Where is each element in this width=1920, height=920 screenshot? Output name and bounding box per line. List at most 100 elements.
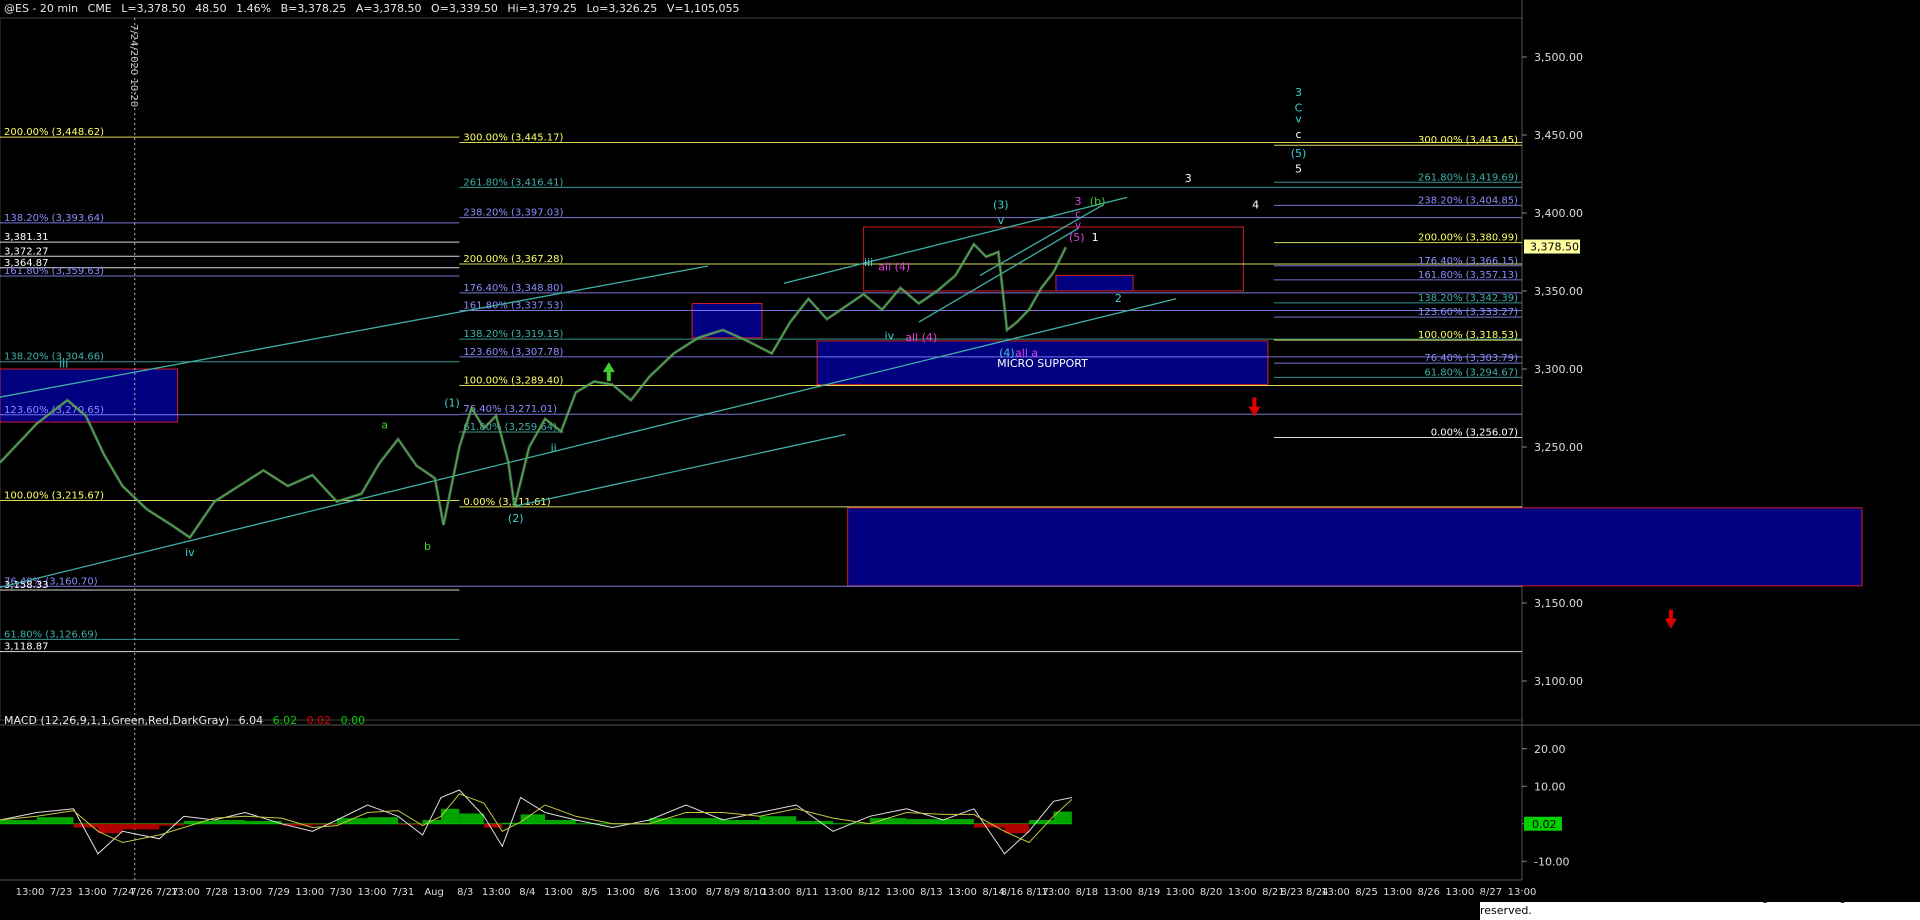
fib-level-label: 161.80% (3,359.63) [4,266,104,277]
wave-label: (1) [444,396,460,409]
change-value: 48.50 [195,2,227,15]
macd-current-label: 0.02 [1532,818,1557,831]
macd-label: MACD (12,26,9,1,1,Green,Red,DarkGray) [4,714,230,727]
fib-level-label: 261.80% (3,416.41) [463,177,563,188]
wave-label: (b) [1090,195,1106,208]
wave-label: a [381,418,388,431]
wave-label: (3) [993,198,1009,211]
time-axis-label: 8/3 [457,887,473,898]
macd-histogram-bar [759,816,797,824]
macd-histogram-bar [869,818,907,824]
fib-level-label: 3,118.87 [4,642,49,653]
wave-label: 3 [1075,195,1082,208]
wave-label: all (4) [905,331,937,344]
fib-level-label: 138.20% (3,342.39) [1418,293,1518,304]
wave-label: 5 [1295,162,1302,175]
time-axis-label: 13:00 [1228,887,1257,898]
time-axis-label: 8/7 [706,887,722,898]
time-axis-label: 13:00 [1383,887,1412,898]
fib-level-label: 261.80% (3,419.69) [1418,172,1518,183]
time-axis-label: 8/9 8/10 [724,887,766,898]
wave-label: (5) [1069,231,1085,244]
time-axis-label: 13:00 [16,887,45,898]
macd-value-3: 0.02 [306,714,332,727]
time-axis-label: 7/30 [330,887,352,898]
macd-value-2: 6.02 [272,714,298,727]
wave-label: c [1295,128,1301,141]
time-axis-label: 13:00 [482,887,511,898]
macd-histogram-bar [122,823,160,830]
macd-histogram-bar [0,820,37,824]
fib-level-label: 76.40% (3,303.79) [1424,353,1518,364]
macd-histogram-bar [545,820,576,824]
time-axis-label: 13:00 [1445,887,1474,898]
wave-label: b [424,540,431,553]
macd-histogram-bar [973,823,1005,828]
up-arrow [602,362,615,382]
time-axis-label: 13:00 [606,887,635,898]
high-price: Hi=3,379.25 [507,2,577,15]
time-axis-label: 7/23 [50,887,72,898]
time-axis-label: 13:00 [358,887,387,898]
wave-label: 1 [1092,231,1099,244]
time-axis-label: 13:00 [762,887,791,898]
price-tick-label: 3,300.00 [1534,363,1583,376]
time-axis-label: 8/12 [858,887,880,898]
macd-tick-label: -10.00 [1534,855,1569,868]
wave-label: (2) [508,512,524,525]
time-axis-label: 7/28 [205,887,227,898]
macd-tick-label: 20.00 [1534,743,1566,756]
fib-level-label: 123.60% (3,333.27) [1418,307,1518,318]
time-axis-label: 13:00 [233,887,262,898]
macd-histogram-bar [214,820,245,824]
price-tick-label: 3,100.00 [1534,675,1583,688]
fib-level-label: 123.60% (3,307.78) [463,347,563,358]
wave-label: 4 [1252,198,1259,211]
wave-label: v [1075,219,1082,232]
fib-level-label: 138.20% (3,319.15) [463,329,563,340]
time-axis-label: 8/26 [1418,887,1440,898]
macd-histogram-bar [459,813,484,824]
fib-level-label: 3,372.27 [4,246,49,257]
price-tick-label: 3,400.00 [1534,207,1583,220]
price-tick-label: 3,250.00 [1534,441,1583,454]
fib-level-label: 176.40% (3,348.80) [463,283,563,294]
low-price: Lo=3,326.25 [586,2,658,15]
time-axis-label: 13:00 [1041,887,1070,898]
time-axis-label: 13:00 [948,887,977,898]
target-box [863,226,1244,292]
time-axis-label: 7/29 [267,887,289,898]
price-tick-label: 3,500.00 [1534,51,1583,64]
credit-box: Created with TradeStation. ©TradeStation… [1480,891,1920,920]
macd-value-4: 0.00 [340,714,366,727]
wave-label: iii [59,357,68,370]
fib-level-label: 200.00% (3,380.99) [1418,233,1518,244]
time-axis-label: 13:00 [544,887,573,898]
chart-canvas: 3,500.00 3,450.00 3,400.00 3,350.00 3,300.00… [0,0,1920,898]
fib-level-label: 238.20% (3,397.03) [463,208,563,219]
last-price: L=3,378.50 [121,2,186,15]
wave-label: v [998,214,1005,227]
ask-price: A=3,378.50 [355,2,422,15]
fib-level-label: 61.80% (3,294.67) [1424,367,1518,378]
time-axis-label: 8/11 [796,887,818,898]
price-tick-label: 3,450.00 [1534,129,1583,142]
time-axis-label: 13:00 [1321,887,1350,898]
fib-level-label: 0.00% (3,211.61) [463,497,550,508]
time-axis-label: 8/6 [644,887,660,898]
support-zone [1055,274,1134,292]
fib-level-label: 300.00% (3,443.45) [1418,135,1518,146]
wave-label: iv [185,546,195,559]
fib-level-label: 100.00% (3,318.53) [1418,330,1518,341]
date-marker-label: 7/24/2020 10:20 [128,24,139,107]
wave-label: 3 [1185,172,1192,185]
macd-histogram-bar [98,823,123,834]
symbol-label: @ES - 20 min [4,2,79,15]
fib-level-label: 200.00% (3,367.28) [463,254,563,265]
fib-level-label: 3,158.33 [4,580,49,591]
exchange-label: CME [87,2,112,15]
macd-value-1: 6.04 [238,714,264,727]
open-price: O=3,339.50 [431,2,498,15]
price-tick-label: 3,150.00 [1534,597,1583,610]
time-axis-label: 13:00 [1104,887,1133,898]
